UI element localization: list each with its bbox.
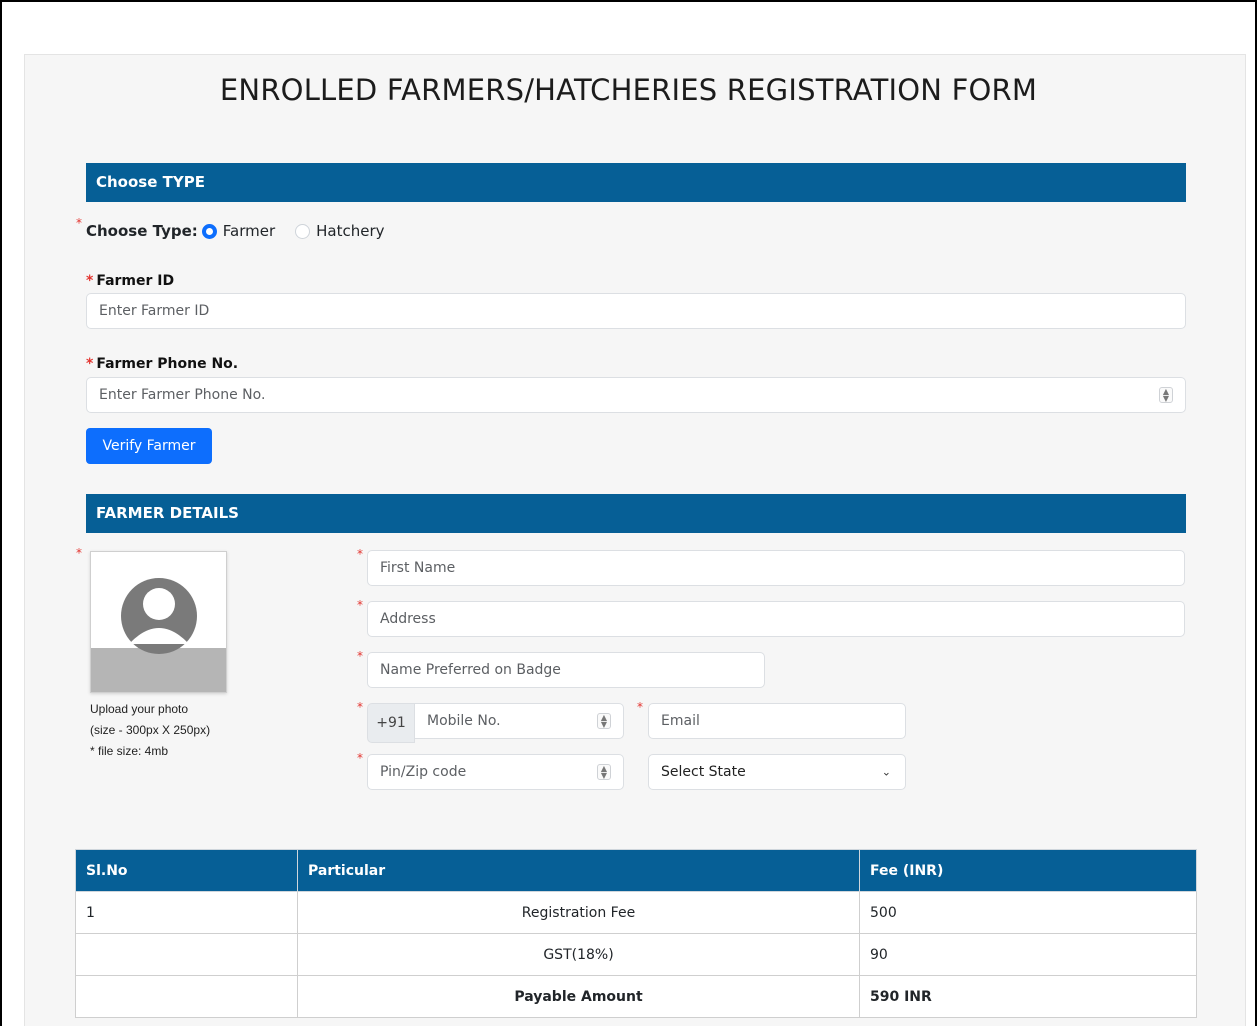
- cell-particular: Payable Amount: [297, 975, 860, 1018]
- state-select[interactable]: Select State ⌄: [648, 754, 906, 790]
- cell-particular: Registration Fee: [297, 891, 860, 934]
- farmer-id-label: * Farmer ID: [86, 273, 174, 289]
- address-placeholder: Address: [380, 611, 436, 627]
- photo-hint-line: Upload your photo: [90, 702, 189, 716]
- table-row: 1 Registration Fee 500: [75, 891, 1197, 934]
- required-star: *: [76, 546, 82, 560]
- column-header-particular: Particular: [297, 849, 860, 892]
- farmer-phone-label-text: Farmer Phone No.: [96, 356, 239, 372]
- farmer-phone-label: * Farmer Phone No.: [86, 356, 238, 372]
- pin-code-input[interactable]: Pin/Zip code ▲ ▼: [367, 754, 624, 790]
- mobile-placeholder: Mobile No.: [427, 713, 501, 729]
- photo-upload-box[interactable]: [90, 551, 227, 693]
- fee-table-header-row: Sl.No Particular Fee (INR): [75, 849, 1197, 892]
- mobile-input[interactable]: Mobile No. ▲ ▼: [414, 703, 624, 739]
- required-star: *: [357, 751, 363, 765]
- farmer-id-placeholder: Enter Farmer ID: [99, 303, 210, 319]
- photo-upload-hint: Upload your photo (size - 300px X 250px)…: [90, 699, 210, 762]
- number-spinner-icon[interactable]: ▲ ▼: [597, 764, 611, 780]
- farmer-id-input[interactable]: Enter Farmer ID: [86, 293, 1186, 329]
- required-star: *: [357, 547, 363, 561]
- required-star: *: [86, 273, 94, 289]
- badge-name-placeholder: Name Preferred on Badge: [380, 662, 561, 678]
- cell-slno: [75, 975, 298, 1018]
- number-spinner-icon[interactable]: ▲ ▼: [1159, 387, 1173, 403]
- photo-hint-line: (size - 300px X 250px): [90, 723, 211, 737]
- choose-type-row: Choose Type: Farmer Hatchery: [86, 220, 405, 242]
- choose-type-label: Choose Type:: [86, 222, 198, 240]
- page-title: ENROLLED FARMERS/HATCHERIES REGISTRATION…: [219, 73, 1038, 107]
- hatchery-radio[interactable]: [295, 223, 311, 239]
- farmer-radio-label[interactable]: Farmer: [223, 222, 275, 240]
- number-spinner-icon[interactable]: ▲ ▼: [597, 713, 611, 729]
- cell-fee: 590 INR: [859, 975, 1197, 1018]
- hatchery-radio-label[interactable]: Hatchery: [316, 222, 384, 240]
- table-row: Payable Amount 590 INR: [75, 975, 1197, 1018]
- first-name-placeholder: First Name: [380, 560, 456, 576]
- column-header-fee: Fee (INR): [859, 849, 1197, 892]
- verify-farmer-button[interactable]: Verify Farmer: [86, 428, 212, 464]
- table-row: GST(18%) 90: [75, 933, 1197, 976]
- address-input[interactable]: Address: [367, 601, 1185, 637]
- required-star: *: [86, 356, 94, 372]
- farmer-phone-placeholder: Enter Farmer Phone No.: [99, 387, 266, 403]
- required-star: *: [357, 598, 363, 612]
- required-star: *: [637, 700, 643, 714]
- email-placeholder: Email: [661, 713, 700, 729]
- cell-particular: GST(18%): [297, 933, 860, 976]
- state-select-value: Select State: [661, 764, 746, 780]
- farmer-details-section-header: FARMER DETAILS: [86, 494, 1186, 533]
- email-input[interactable]: Email: [648, 703, 906, 739]
- fee-table: Sl.No Particular Fee (INR) 1 Registratio…: [75, 849, 1197, 1018]
- country-code-prefix: +91: [367, 703, 415, 743]
- required-star: *: [357, 700, 363, 714]
- chevron-down-icon: ⌄: [881, 765, 891, 779]
- avatar-placeholder-icon: [91, 552, 226, 692]
- farmer-radio[interactable]: [201, 223, 217, 239]
- required-star: *: [357, 649, 363, 663]
- photo-hint-line: * file size: 4mb: [90, 744, 169, 758]
- cell-fee: 500: [859, 891, 1197, 934]
- cell-fee: 90: [859, 933, 1197, 976]
- cell-slno: [75, 933, 298, 976]
- farmer-phone-input[interactable]: Enter Farmer Phone No. ▲ ▼: [86, 377, 1186, 413]
- choose-type-section-header: Choose TYPE: [86, 163, 1186, 202]
- badge-name-input[interactable]: Name Preferred on Badge: [367, 652, 765, 688]
- farmer-id-label-text: Farmer ID: [96, 273, 175, 289]
- cell-slno: 1: [75, 891, 298, 934]
- first-name-input[interactable]: First Name: [367, 550, 1185, 586]
- pin-code-placeholder: Pin/Zip code: [380, 764, 467, 780]
- required-star: *: [76, 216, 82, 230]
- column-header-slno: Sl.No: [75, 849, 298, 892]
